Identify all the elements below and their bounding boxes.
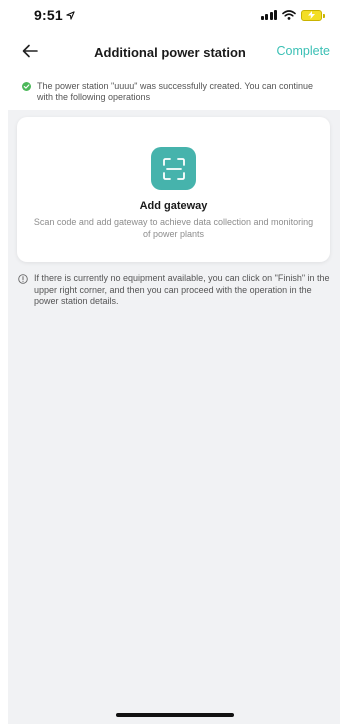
nav-bar: Additional power station Complete: [0, 36, 340, 68]
status-icons: [260, 9, 325, 21]
page-title: Additional power station: [94, 44, 246, 60]
success-message: The power station "uuuu" was successfull…: [37, 81, 314, 102]
card-title: Add gateway: [139, 200, 208, 212]
wifi-icon: [282, 10, 296, 20]
back-arrow-icon: [22, 44, 38, 58]
scan-icon: [151, 147, 196, 190]
info-tip: If there is currently no equipment avail…: [18, 273, 330, 308]
card-description: Scan code and add gateway to achieve dat…: [33, 217, 314, 239]
cellular-signal-icon: [260, 10, 277, 20]
success-banner: The power station "uuuu" was successfull…: [22, 81, 320, 103]
home-indicator[interactable]: [116, 713, 234, 717]
status-time: 9:51: [34, 7, 63, 23]
tip-text: If there is currently no equipment avail…: [34, 273, 330, 306]
screen: 9:51 Additional power station Complete T…: [0, 0, 340, 724]
battery-charging-icon: [301, 9, 325, 21]
location-arrow-icon: [66, 10, 75, 20]
time-group: 9:51: [34, 7, 75, 23]
back-button[interactable]: [22, 44, 40, 60]
info-circle-icon: [18, 274, 28, 284]
add-gateway-card[interactable]: Add gateway Scan code and add gateway to…: [17, 117, 330, 262]
complete-button[interactable]: Complete: [277, 44, 331, 58]
content-area: Add gateway Scan code and add gateway to…: [8, 110, 340, 724]
success-check-icon: [22, 82, 31, 91]
status-bar: 9:51: [0, 0, 340, 30]
